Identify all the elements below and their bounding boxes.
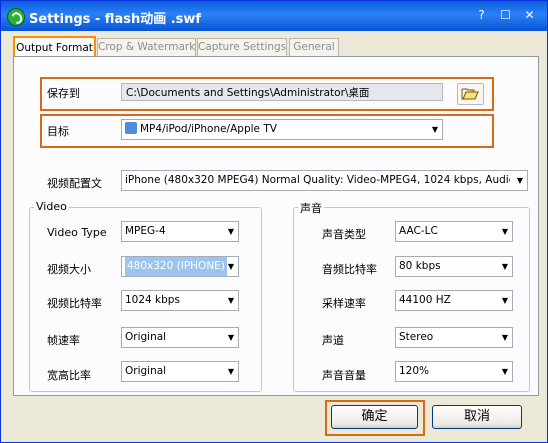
sample-rate-select[interactable]: 44100 HZ ▼ [395, 290, 513, 311]
chevron-down-icon: ▼ [227, 333, 234, 342]
chevron-down-icon: ▼ [501, 296, 508, 305]
frame-rate-label: 帧速率 [47, 334, 80, 347]
tab-capture-settings[interactable]: Capture Settings [197, 38, 287, 56]
chevron-down-icon: ▼ [227, 262, 234, 271]
chevron-down-icon: ▼ [227, 296, 234, 305]
channels-value: Stereo [399, 331, 434, 343]
audio-volume-label: 声音音量 [322, 369, 366, 382]
video-type-select[interactable]: MPEG-4 ▼ [121, 221, 239, 242]
tab-output-format[interactable]: Output Format [13, 36, 96, 58]
frame-rate-select[interactable]: Original ▼ [121, 327, 239, 348]
video-group-title: Video [34, 200, 69, 213]
audio-bitrate-label: 音频比特率 [322, 263, 377, 276]
help-icon[interactable]: ? [473, 8, 490, 23]
chevron-down-icon: ▼ [501, 262, 508, 271]
channels-select[interactable]: Stereo ▼ [395, 327, 513, 348]
video-size-select[interactable]: 480x320 (IPHONE) ▼ [121, 256, 239, 277]
target-format-select[interactable]: MP4/iPod/iPhone/Apple TV ▼ [121, 119, 443, 140]
video-size-value: 480x320 (IPHONE) [125, 257, 227, 276]
target-label: 目标 [47, 125, 69, 138]
aspect-ratio-label: 宽高比率 [47, 369, 91, 382]
audio-bitrate-value: 80 kbps [399, 260, 441, 272]
chevron-down-icon: ▼ [516, 176, 523, 185]
chevron-down-icon: ▼ [431, 125, 438, 134]
chevron-down-icon: ▼ [501, 227, 508, 236]
aspect-ratio-value: Original [125, 365, 167, 377]
ok-button[interactable]: 确定 [331, 405, 418, 429]
video-type-value: MPEG-4 [125, 225, 166, 237]
tab-general[interactable]: General [289, 38, 339, 56]
audio-type-value: AAC-LC [399, 225, 438, 237]
sample-rate-value: 44100 HZ [399, 294, 451, 306]
close-icon[interactable]: ✕ [521, 8, 538, 23]
audio-volume-select[interactable]: 120% ▼ [395, 361, 513, 382]
target-format-value: MP4/iPod/iPhone/Apple TV [140, 123, 277, 135]
chevron-down-icon: ▼ [501, 333, 508, 342]
video-size-label: 视频大小 [47, 263, 91, 276]
browse-folder-button[interactable] [457, 83, 484, 105]
video-bitrate-label: 视频比特率 [47, 297, 102, 310]
audio-bitrate-select[interactable]: 80 kbps ▼ [395, 256, 513, 277]
tab-crop-watermark[interactable]: Crop & Watermark [97, 38, 196, 56]
folder-open-icon [461, 88, 479, 100]
audio-group-title: 声音 [298, 200, 324, 216]
frame-rate-value: Original [125, 331, 167, 343]
chevron-down-icon: ▼ [501, 367, 508, 376]
app-logo-icon [7, 8, 25, 26]
channels-label: 声道 [322, 334, 344, 347]
save-to-path-field[interactable]: C:\Documents and Settings\Administrator\… [121, 83, 443, 101]
sample-rate-label: 采样速率 [322, 297, 366, 310]
video-bitrate-value: 1024 kbps [125, 294, 180, 306]
maximize-icon[interactable]: ☐ [497, 8, 514, 23]
audio-volume-value: 120% [399, 365, 430, 377]
window-title: Settings - flash动画 .swf [29, 12, 202, 27]
audio-type-select[interactable]: AAC-LC ▼ [395, 221, 513, 242]
cancel-button[interactable]: 取消 [432, 405, 522, 429]
chevron-down-icon: ▼ [227, 367, 234, 376]
video-bitrate-select[interactable]: 1024 kbps ▼ [121, 290, 239, 311]
save-to-label: 保存到 [47, 87, 80, 100]
audio-type-label: 声音类型 [322, 228, 366, 241]
video-type-label: Video Type [47, 226, 107, 239]
apple-device-icon [125, 122, 137, 134]
profile-select[interactable]: iPhone (480x320 MPEG4) Normal Quality: V… [121, 170, 528, 191]
title-bar[interactable]: Settings - flash动画 .swf ? ☐ ✕ [1, 1, 547, 31]
profile-label: 视频配置文 [47, 177, 102, 190]
profile-value: iPhone (480x320 MPEG4) Normal Quality: V… [125, 174, 510, 186]
aspect-ratio-select[interactable]: Original ▼ [121, 361, 239, 382]
chevron-down-icon: ▼ [227, 227, 234, 236]
